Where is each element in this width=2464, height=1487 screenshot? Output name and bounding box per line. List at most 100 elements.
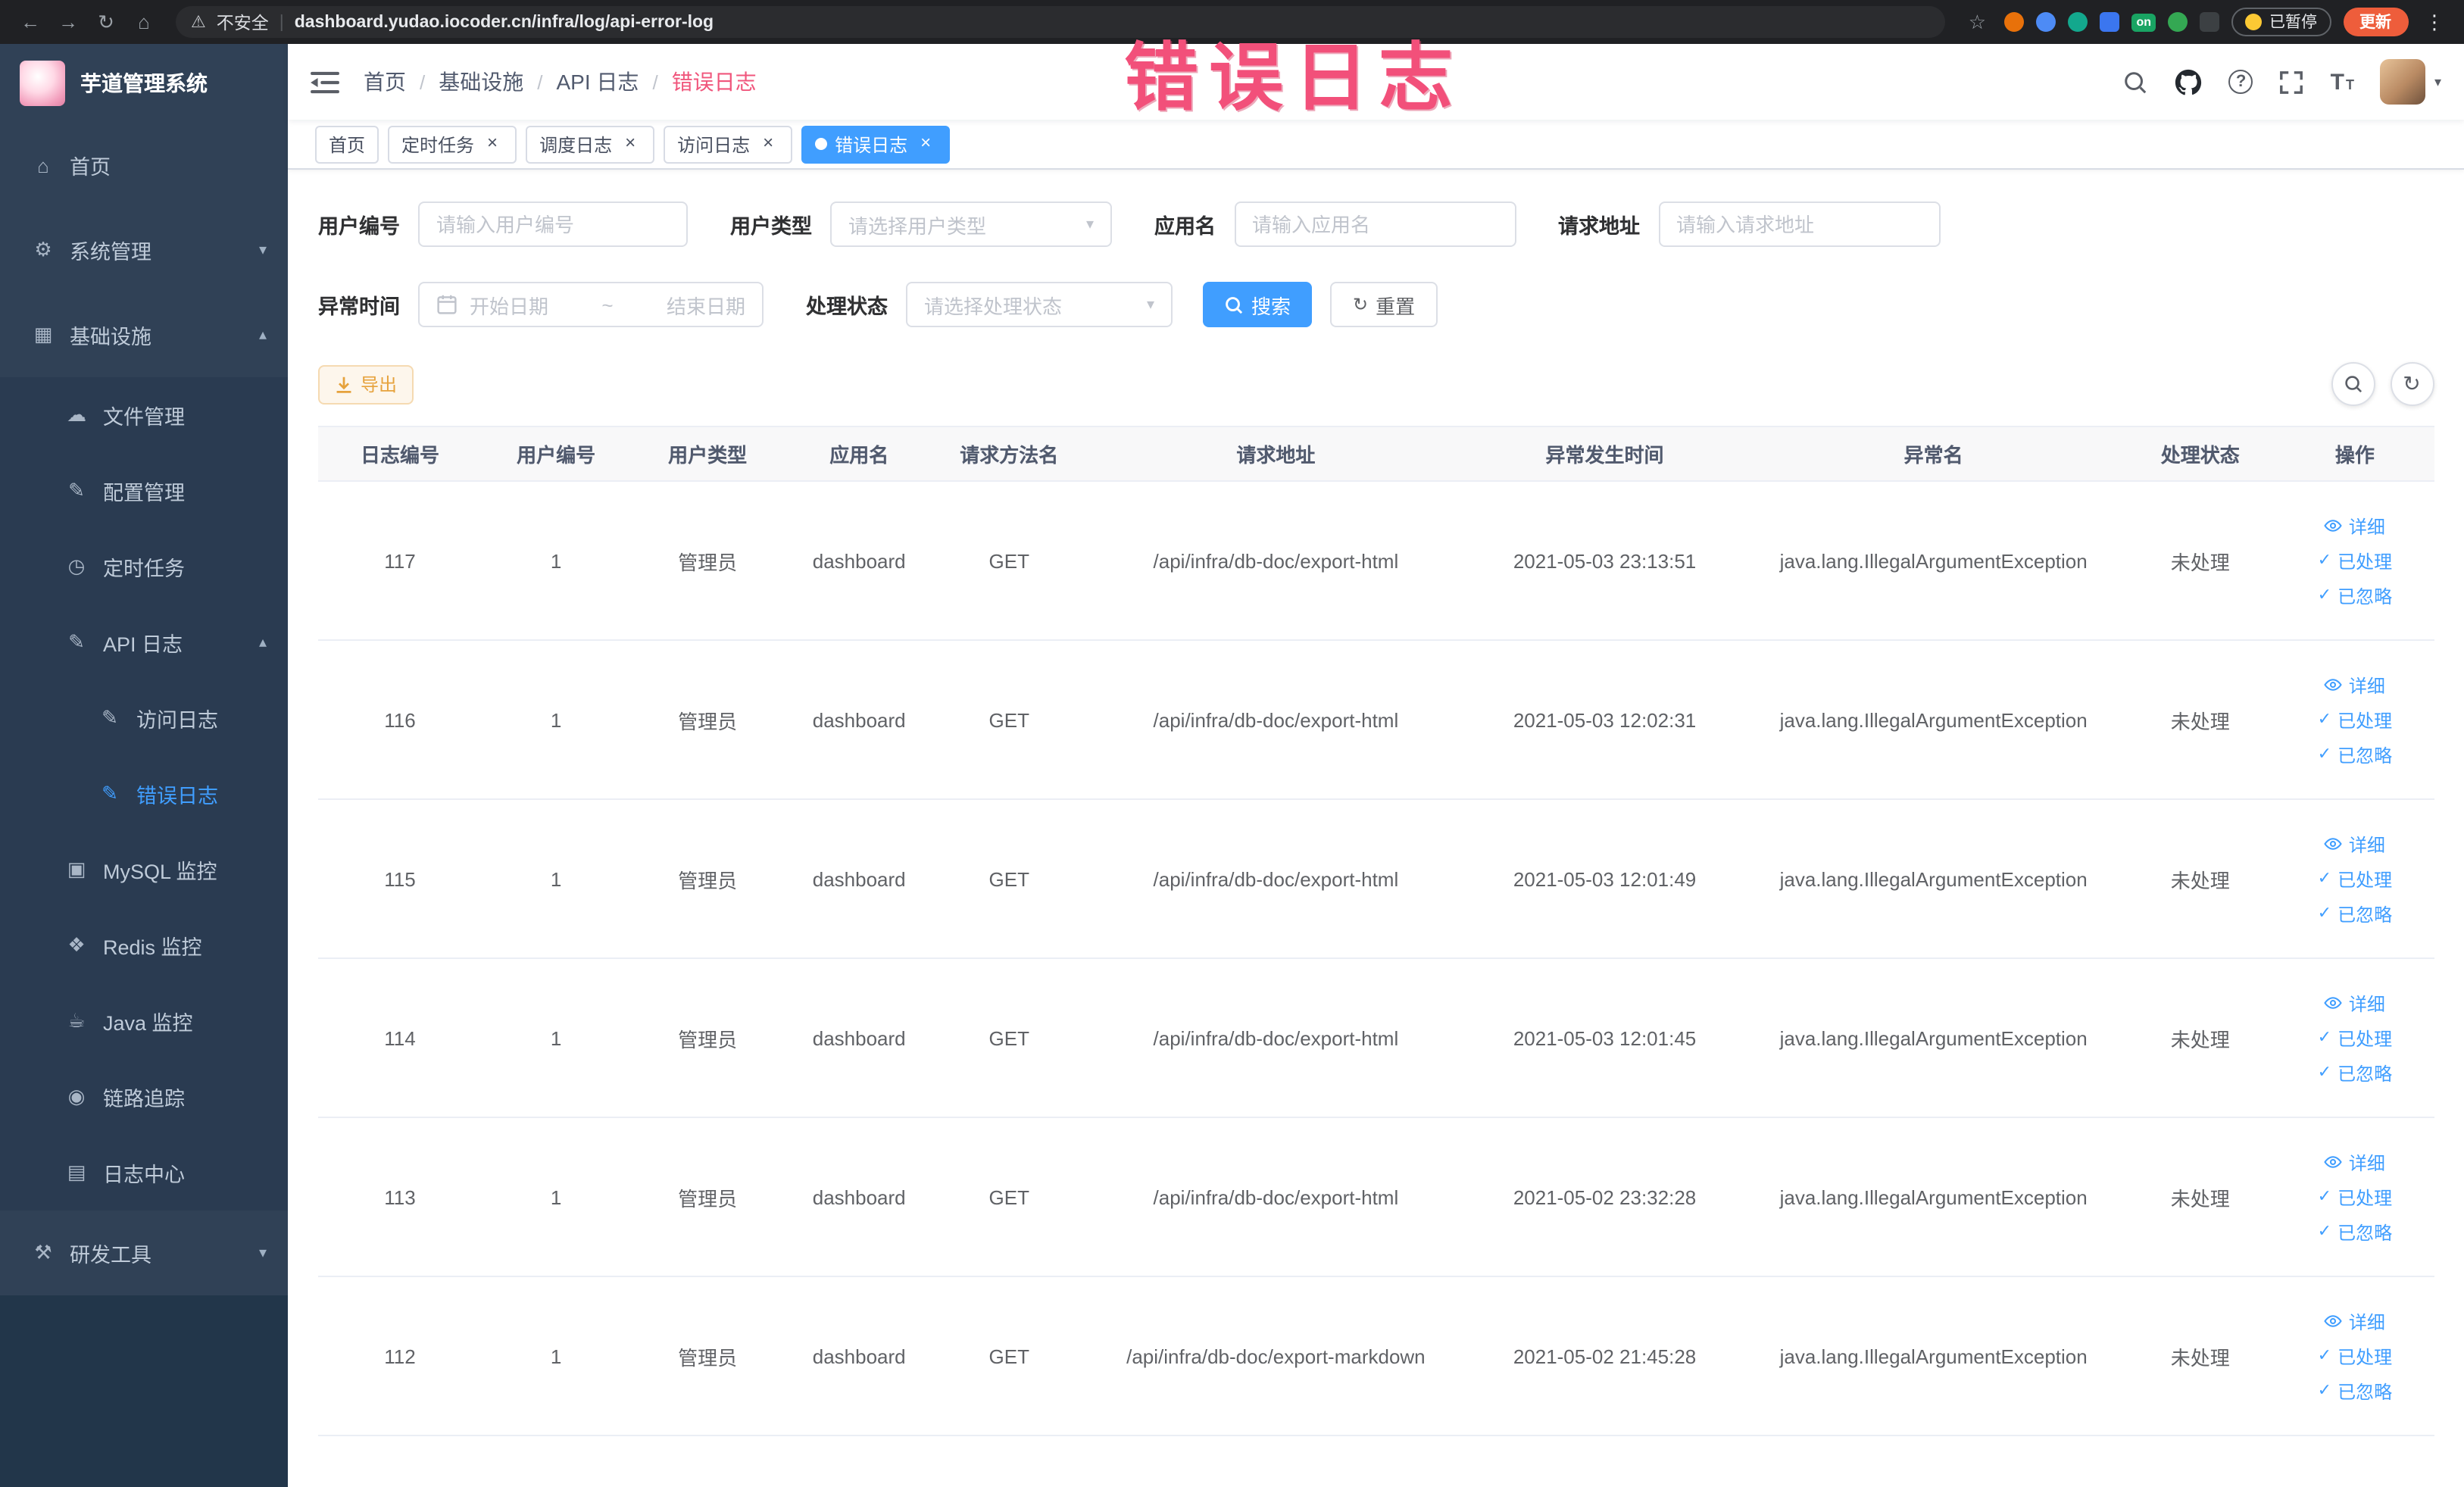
sidebar-item-infrastructure[interactable]: ▦ 基础设施 ▴ [0, 292, 288, 377]
help-icon[interactable]: ? [2228, 70, 2253, 94]
check-icon: ✓ [2317, 745, 2332, 763]
table-toolbar: 导出 ↻ [318, 362, 2434, 406]
sidebar-item-system-management[interactable]: ⚙ 系统管理 ▾ [0, 208, 288, 292]
sidebar-item-java-monitor[interactable]: ☕ Java 监控 [0, 983, 288, 1059]
chevron-down-icon: ▾ [1146, 296, 1154, 313]
detail-link[interactable]: 详细 [2285, 1149, 2425, 1175]
processed-link[interactable]: ✓ 已处理 [2285, 866, 2425, 892]
avatar [2379, 59, 2425, 105]
detail-link[interactable]: 详细 [2285, 513, 2425, 539]
extension-icon-grid[interactable] [2100, 12, 2120, 32]
font-size-icon[interactable]: TT [2331, 69, 2354, 95]
detail-link[interactable]: 详细 [2285, 1308, 2425, 1334]
extension-on-badge[interactable]: on [2131, 13, 2156, 31]
browser-home-icon[interactable]: ⌂ [129, 11, 159, 33]
detail-link[interactable]: 详细 [2285, 672, 2425, 698]
extension-icon-green[interactable] [2168, 12, 2188, 32]
action-label: 已忽略 [2338, 1063, 2393, 1084]
extension-icon-orange[interactable] [2004, 12, 2025, 32]
processed-link[interactable]: ✓ 已处理 [2285, 1025, 2425, 1051]
tab-label: 访问日志 [677, 134, 751, 155]
eye-icon [2325, 1312, 2343, 1330]
date-range-picker[interactable]: 开始日期 ~ 结束日期 [418, 282, 764, 327]
access-log-icon: ✎ [101, 706, 118, 729]
sidebar-item-error-log[interactable]: ✎ 错误日志 [0, 756, 288, 832]
ignored-link[interactable]: ✓ 已忽略 [2285, 1219, 2425, 1245]
close-icon[interactable]: × [757, 133, 779, 155]
logo-row[interactable]: 芋道管理系统 [0, 44, 288, 123]
user-menu[interactable]: ▾ [2379, 59, 2441, 105]
github-icon[interactable] [2175, 67, 2203, 96]
sidebar-item-dev-tools[interactable]: ⚒ 研发工具 ▾ [0, 1211, 288, 1295]
back-icon[interactable]: ← [15, 11, 45, 33]
tab-job-log[interactable]: 调度日志 × [526, 125, 655, 163]
sidebar-item-link-tracing[interactable]: ◉ 链路追踪 [0, 1059, 288, 1135]
process-status-select[interactable]: 请选择处理状态 ▾ [906, 282, 1173, 327]
sidebar-item-label: MySQL 监控 [103, 861, 217, 883]
sidebar-item-file-management[interactable]: ☁ 文件管理 [0, 377, 288, 453]
hamburger-icon[interactable] [311, 69, 339, 95]
tab-scheduled-jobs[interactable]: 定时任务 × [388, 125, 517, 163]
ignored-link[interactable]: ✓ 已忽略 [2285, 901, 2425, 926]
update-button[interactable]: 更新 [2343, 8, 2408, 36]
user-type-select[interactable]: 请选择用户类型 ▾ [830, 201, 1112, 247]
user-id-input[interactable] [418, 201, 688, 247]
sidebar-item-redis-monitor[interactable]: ❖ Redis 监控 [0, 908, 288, 983]
ignored-link[interactable]: ✓ 已忽略 [2285, 1060, 2425, 1086]
sidebar-item-api-logs[interactable]: ✎ API 日志 ▴ [0, 604, 288, 680]
extension-icon-teal[interactable] [2068, 12, 2088, 32]
request-url-input[interactable] [1658, 201, 1940, 247]
detail-link[interactable]: 详细 [2285, 831, 2425, 857]
kebab-menu-icon[interactable]: ⋮ [2420, 10, 2449, 34]
chevron-down-icon: ▾ [1085, 216, 1094, 233]
app-name-input[interactable] [1234, 201, 1516, 247]
forward-icon[interactable]: → [53, 11, 83, 33]
sidebar-item-access-log[interactable]: ✎ 访问日志 [0, 680, 288, 756]
cell-exception: java.lang.IllegalArgumentException [1742, 1276, 2125, 1436]
refresh-table-button[interactable]: ↻ [2390, 362, 2434, 406]
tab-error-log[interactable]: 错误日志 × [801, 125, 951, 163]
file-manage-icon: ☁ [67, 403, 86, 426]
scheduled-job-icon: ◷ [67, 555, 86, 577]
close-icon[interactable]: × [620, 133, 641, 155]
tab-label: 首页 [329, 134, 366, 155]
detail-link[interactable]: 详细 [2285, 990, 2425, 1016]
bookmark-star-icon[interactable]: ☆ [1962, 10, 1992, 34]
processed-link[interactable]: ✓ 已处理 [2285, 548, 2425, 573]
breadcrumb-item[interactable]: 首页 [364, 67, 406, 97]
action-label: 已处理 [2338, 551, 2393, 572]
reload-icon[interactable]: ↻ [91, 10, 121, 34]
ignored-link[interactable]: ✓ 已忽略 [2285, 583, 2425, 608]
export-button[interactable]: 导出 [318, 364, 414, 404]
address-bar[interactable]: ⚠ 不安全 | dashboard.yudao.iocoder.cn/infra… [176, 6, 1946, 38]
search-button[interactable]: 搜索 [1203, 282, 1313, 327]
reset-button[interactable]: ↻ 重置 [1330, 282, 1438, 327]
sidebar-item-mysql-monitor[interactable]: ▣ MySQL 监控 [0, 832, 288, 908]
toggle-search-button[interactable] [2331, 362, 2375, 406]
sidebar-item-scheduled-jobs[interactable]: ◷ 定时任务 [0, 529, 288, 604]
processed-link[interactable]: ✓ 已处理 [2285, 1343, 2425, 1369]
paused-badge[interactable]: 已暂停 [2231, 8, 2331, 36]
breadcrumb-item[interactable]: 基础设施 [439, 67, 523, 97]
extension-icon-blue[interactable] [2036, 12, 2056, 32]
select-placeholder: 请选择用户类型 [848, 214, 987, 237]
tab-home[interactable]: 首页 [315, 125, 379, 163]
breadcrumb-item[interactable]: API 日志 [557, 67, 639, 97]
fullscreen-icon[interactable] [2279, 69, 2305, 95]
sidebar-item-home[interactable]: ⌂ 首页 [0, 123, 288, 208]
sidebar-item-config-management[interactable]: ✎ 配置管理 [0, 453, 288, 529]
trace-icon: ◉ [67, 1085, 86, 1107]
extension-puzzle-icon[interactable] [2200, 12, 2219, 32]
sidebar-item-log-center[interactable]: ▤ 日志中心 [0, 1135, 288, 1211]
sidebar-item-label: 错误日志 [136, 785, 218, 808]
processed-link[interactable]: ✓ 已处理 [2285, 1184, 2425, 1210]
cell-id: 115 [318, 799, 482, 959]
ignored-link[interactable]: ✓ 已忽略 [2285, 1378, 2425, 1404]
processed-link[interactable]: ✓ 已处理 [2285, 707, 2425, 733]
close-icon[interactable]: × [915, 133, 936, 155]
search-icon[interactable] [2123, 69, 2149, 95]
close-icon[interactable]: × [482, 133, 503, 155]
ignored-link[interactable]: ✓ 已忽略 [2285, 742, 2425, 767]
tab-access-log[interactable]: 访问日志 × [664, 125, 793, 163]
table-row: 116 1 管理员 dashboard GET/api/infra/db-doc/exp… [318, 640, 2434, 800]
